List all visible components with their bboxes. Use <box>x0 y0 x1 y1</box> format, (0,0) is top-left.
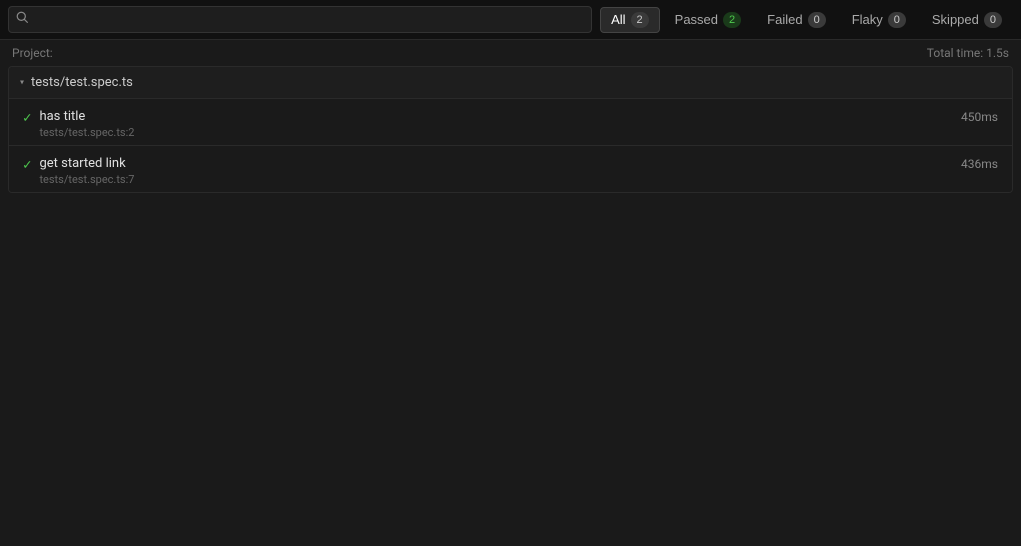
test-name: get started link <box>39 156 134 171</box>
test-info: has title tests/test.spec.ts:2 <box>39 109 134 139</box>
test-item-left: ✓ has title tests/test.spec.ts:2 <box>23 109 134 139</box>
chevron-down-icon: ▾ <box>19 77 25 88</box>
search-input[interactable] <box>8 6 592 33</box>
test-duration: 450ms <box>961 110 998 124</box>
top-bar: All 2 Passed 2 Failed 0 Flaky 0 Skipped … <box>0 0 1021 40</box>
test-path: tests/test.spec.ts:7 <box>39 173 134 186</box>
filter-failed-label: Failed <box>767 12 802 27</box>
test-name: has title <box>39 109 134 124</box>
project-label: Project: <box>12 46 53 60</box>
filter-tabs: All 2 Passed 2 Failed 0 Flaky 0 Skipped … <box>600 7 1013 33</box>
test-info: get started link tests/test.spec.ts:7 <box>39 156 134 186</box>
filter-tab-flaky[interactable]: Flaky 0 <box>841 7 917 33</box>
filter-skipped-badge: 0 <box>984 12 1002 28</box>
filter-passed-label: Passed <box>675 12 718 27</box>
filter-skipped-label: Skipped <box>932 12 979 27</box>
filter-passed-badge: 2 <box>723 12 741 28</box>
filter-failed-badge: 0 <box>808 12 826 28</box>
main-content: ▾ tests/test.spec.ts ✓ has title tests/t… <box>0 66 1021 193</box>
filter-flaky-label: Flaky <box>852 12 883 27</box>
filter-tab-failed[interactable]: Failed 0 <box>756 7 837 33</box>
filter-flaky-badge: 0 <box>888 12 906 28</box>
spec-header[interactable]: ▾ tests/test.spec.ts <box>9 67 1012 98</box>
filter-tab-skipped[interactable]: Skipped 0 <box>921 7 1013 33</box>
test-item[interactable]: ✓ get started link tests/test.spec.ts:7 … <box>9 145 1012 192</box>
test-list: ▾ tests/test.spec.ts ✓ has title tests/t… <box>0 66 1021 193</box>
test-item[interactable]: ✓ has title tests/test.spec.ts:2 450ms <box>9 98 1012 145</box>
spec-group: ▾ tests/test.spec.ts ✓ has title tests/t… <box>8 66 1013 193</box>
project-bar: Project: Total time: 1.5s <box>0 40 1021 66</box>
test-duration: 436ms <box>961 157 998 171</box>
check-icon: ✓ <box>23 157 31 173</box>
test-item-left: ✓ get started link tests/test.spec.ts:7 <box>23 156 134 186</box>
filter-all-label: All <box>611 12 625 27</box>
search-container <box>8 6 592 33</box>
check-icon: ✓ <box>23 110 31 126</box>
filter-tab-all[interactable]: All 2 <box>600 7 660 33</box>
test-path: tests/test.spec.ts:2 <box>39 126 134 139</box>
total-time: Total time: 1.5s <box>927 46 1009 60</box>
spec-group-name: tests/test.spec.ts <box>31 75 133 90</box>
filter-all-badge: 2 <box>631 12 649 28</box>
filter-tab-passed[interactable]: Passed 2 <box>664 7 753 33</box>
